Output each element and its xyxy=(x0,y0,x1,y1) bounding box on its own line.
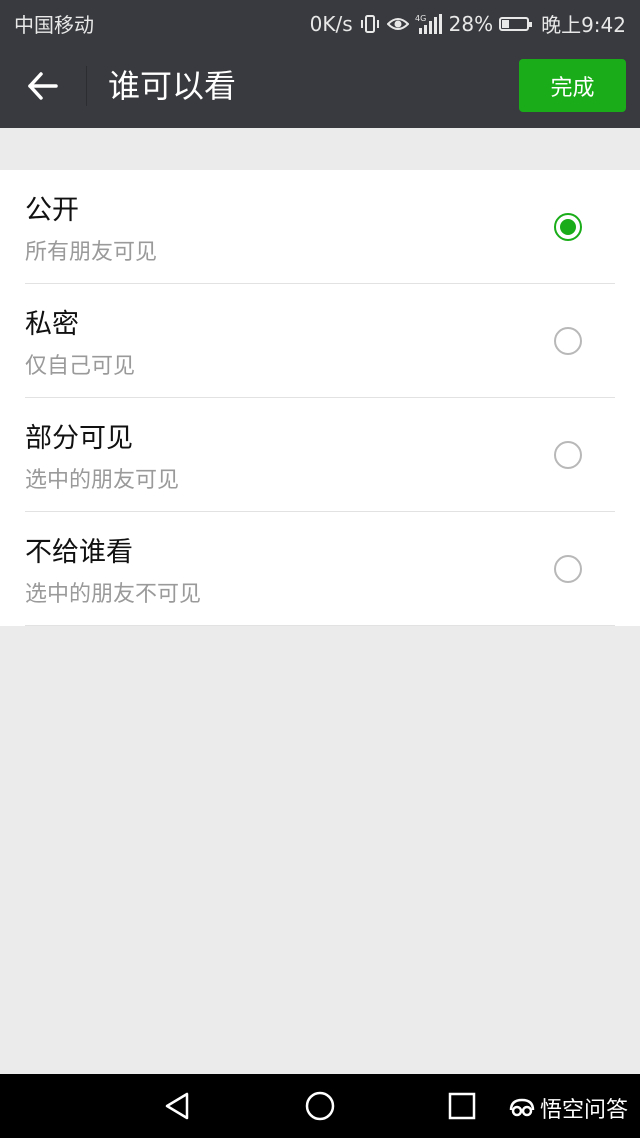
nav-back-button[interactable] xyxy=(160,1088,196,1124)
divider xyxy=(25,625,615,626)
option-partial[interactable]: 部分可见 选中的朋友可见 xyxy=(0,398,640,512)
navigation-bar: 悟空问答 xyxy=(0,1074,640,1138)
wukong-logo-icon xyxy=(509,1098,535,1117)
clock: 晚上9:42 xyxy=(541,13,626,37)
battery-fill xyxy=(502,19,509,28)
visibility-options-list: 公开 所有朋友可见 私密 仅自己可见 部分可见 选中的朋友可见 不给谁看 选中的… xyxy=(0,170,640,626)
option-title: 私密 xyxy=(25,309,79,340)
radio-button[interactable] xyxy=(554,441,582,469)
nav-home-button[interactable] xyxy=(302,1088,338,1124)
option-public[interactable]: 公开 所有朋友可见 xyxy=(0,170,640,284)
option-title: 部分可见 xyxy=(25,423,133,454)
back-button[interactable] xyxy=(18,64,68,108)
triangle-back-icon xyxy=(165,1092,189,1120)
option-private[interactable]: 私密 仅自己可见 xyxy=(0,284,640,398)
eye-icon xyxy=(386,17,409,30)
network-type-label: 4G xyxy=(415,14,426,23)
watermark: 悟空问答 xyxy=(508,1092,628,1124)
status-bar: 中国移动 0K/s 4G 28% 晚上9:42 xyxy=(0,0,640,44)
option-subtitle: 仅自己可见 xyxy=(25,354,136,379)
radio-button[interactable] xyxy=(554,327,582,355)
done-button[interactable]: 完成 xyxy=(519,59,626,112)
option-subtitle: 选中的朋友不可见 xyxy=(25,582,202,607)
circle-home-icon xyxy=(305,1091,335,1121)
back-arrow-icon xyxy=(28,72,58,100)
action-bar: 谁可以看 完成 xyxy=(0,44,640,128)
header-divider xyxy=(86,66,87,106)
option-title: 公开 xyxy=(25,195,79,226)
radio-button[interactable] xyxy=(554,555,582,583)
option-title: 不给谁看 xyxy=(25,537,133,568)
battery-icon xyxy=(499,16,533,31)
nav-recents-button[interactable] xyxy=(444,1088,480,1124)
battery-percent: 28% xyxy=(448,11,494,36)
carrier-name: 中国移动 xyxy=(14,13,94,37)
radio-button[interactable] xyxy=(554,213,582,241)
option-subtitle: 选中的朋友可见 xyxy=(25,468,180,493)
page-title: 谁可以看 xyxy=(108,67,237,105)
network-speed: 0K/s xyxy=(309,11,353,36)
option-exclude[interactable]: 不给谁看 选中的朋友不可见 xyxy=(0,512,640,626)
watermark-text: 悟空问答 xyxy=(539,1098,628,1123)
signal-icon: 4G xyxy=(415,13,442,34)
square-recents-icon xyxy=(448,1092,476,1120)
option-subtitle: 所有朋友可见 xyxy=(25,240,158,265)
status-icons: 0K/s 4G 28% 晚上9:42 xyxy=(310,9,626,38)
vibrate-icon xyxy=(360,14,379,33)
